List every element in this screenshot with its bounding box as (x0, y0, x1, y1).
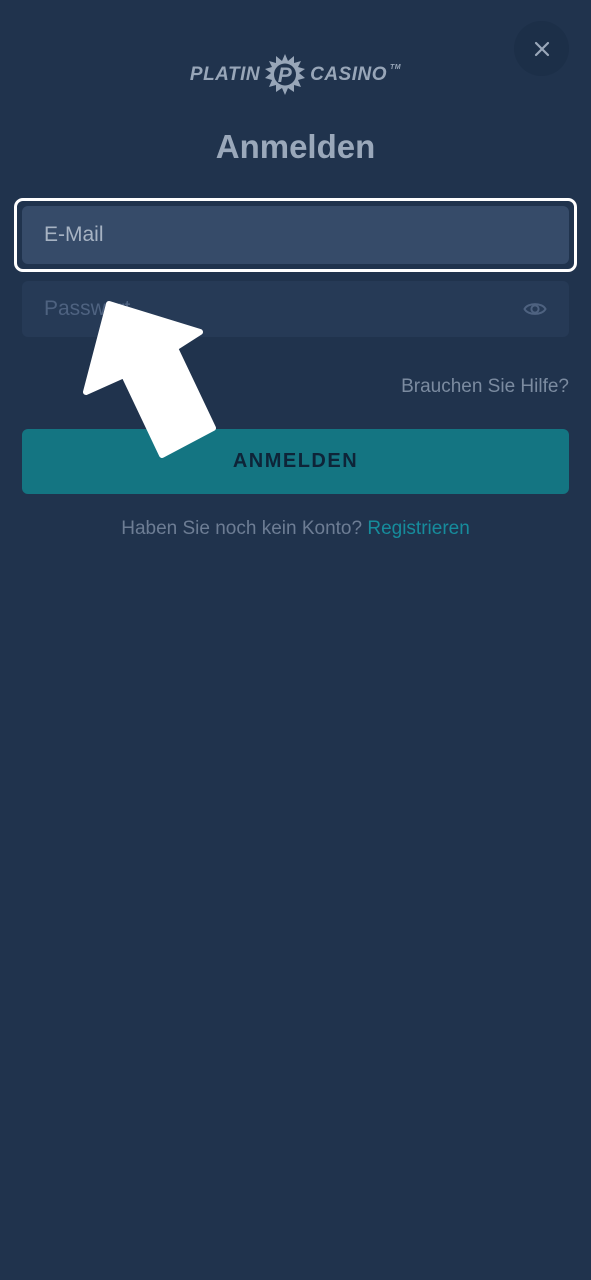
login-button-label: ANMELDEN (232, 450, 359, 472)
logo-emblem-icon: P (265, 54, 306, 95)
no-account-text: Haben Sie noch kein Konto? (121, 518, 363, 539)
password-placeholder: Passwort (44, 297, 131, 320)
email-placeholder: E-Mail (44, 223, 104, 246)
password-field[interactable]: Passwort (22, 281, 569, 337)
eye-icon[interactable] (523, 297, 547, 321)
register-prompt: Haben Sie noch kein Konto? Registrieren (0, 518, 591, 540)
help-link[interactable]: Brauchen Sie Hilfe? (401, 376, 569, 398)
login-button[interactable]: ANMELDEN (22, 429, 569, 494)
pointer-arrow-icon (83, 301, 216, 458)
logo-text-left: PLATIN (189, 64, 261, 85)
email-field[interactable]: E-Mail (22, 206, 569, 264)
logo-text-right: CASINO (310, 64, 387, 85)
logo-trademark: TM (390, 64, 402, 71)
register-link[interactable]: Registrieren (367, 518, 469, 539)
svg-text:P: P (278, 64, 293, 87)
platin-casino-logo: PLATIN P CASINO TM (0, 52, 591, 98)
page-title: Anmelden (215, 128, 376, 165)
